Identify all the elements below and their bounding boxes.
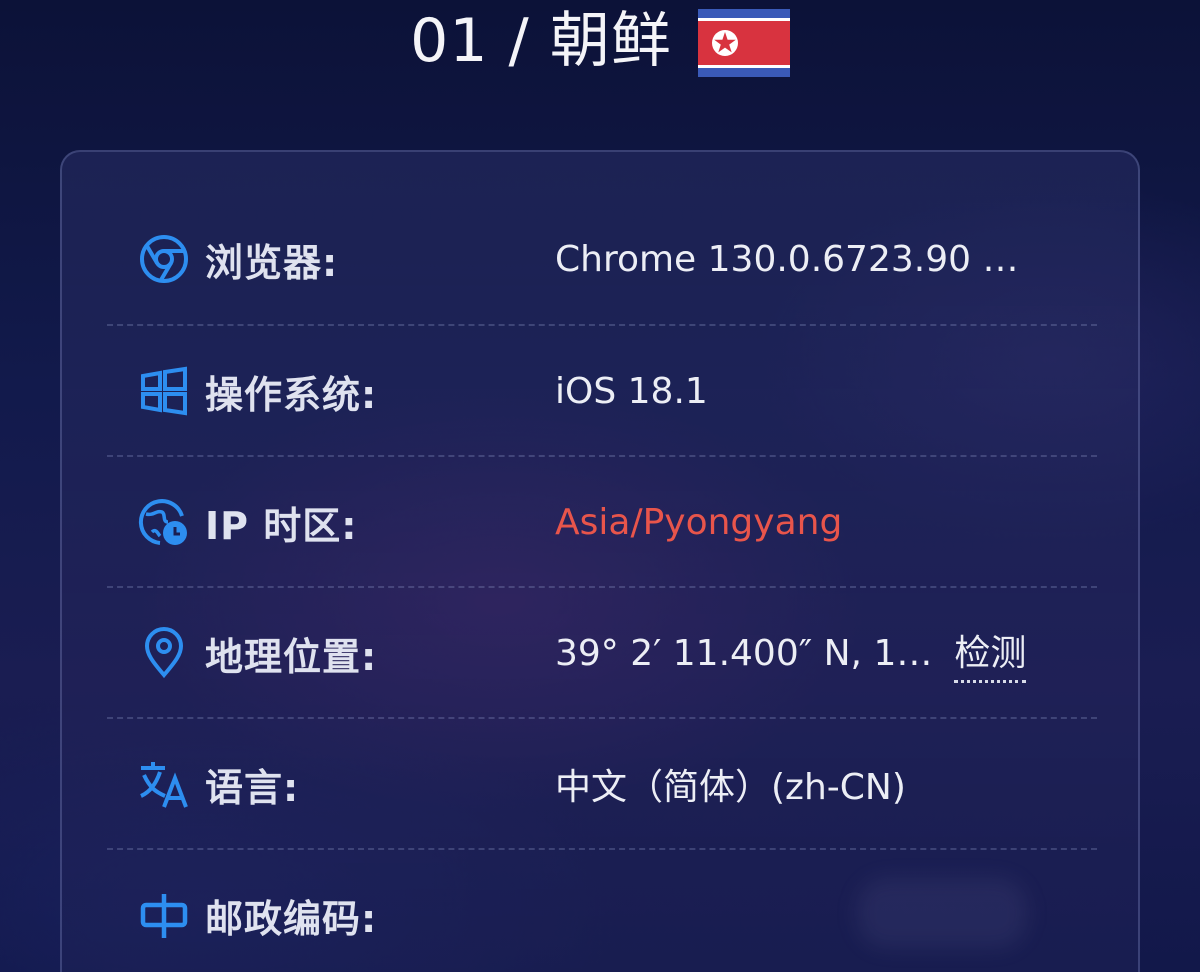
chrome-icon (137, 232, 191, 286)
os-label: 操作系统: (205, 372, 378, 417)
timezone-label: IP 时区: (205, 503, 358, 548)
language-row: 语言: 中文（简体）(zh-CN) (107, 719, 1097, 849)
device-info-card: 浏览器: Chrome 130.0.6723.90 … 操作系统: iOS 18… (60, 150, 1140, 972)
location-label: 地理位置: (205, 634, 378, 679)
postal-code-icon (137, 888, 191, 942)
location-pin-icon (137, 626, 191, 680)
header: 01 / 朝鲜 (0, 0, 1200, 82)
browser-value: Chrome 130.0.6723.90 … (555, 238, 1019, 280)
browser-row: 浏览器: Chrome 130.0.6723.90 … (107, 194, 1097, 324)
translate-icon (137, 757, 191, 811)
timezone-value: Asia/Pyongyang (555, 501, 843, 543)
windows-icon (137, 364, 191, 418)
postal-code-row: 邮政编码: (107, 850, 1097, 972)
north-korea-flag-icon (697, 9, 790, 77)
language-value: 中文（简体）(zh-CN) (555, 767, 906, 808)
language-label: 语言: (205, 765, 300, 810)
location-row: 地理位置: 39° 2′ 11.400″ N, 1… 检测 (107, 588, 1097, 718)
page-title: 01 / 朝鲜 (410, 6, 672, 76)
location-value: 39° 2′ 11.400″ N, 1… (555, 632, 933, 674)
os-value: iOS 18.1 (555, 370, 708, 412)
postal-code-label: 邮政编码: (205, 896, 378, 941)
browser-label: 浏览器: (205, 240, 339, 285)
location-value-group: 39° 2′ 11.400″ N, 1… 检测 (555, 624, 1027, 683)
redacted-value-blur (857, 878, 1027, 948)
os-row: 操作系统: iOS 18.1 (107, 326, 1097, 456)
timezone-row: IP 时区: Asia/Pyongyang (107, 457, 1097, 587)
globe-clock-icon (137, 495, 191, 549)
detect-location-link[interactable]: 检测 (954, 624, 1027, 683)
